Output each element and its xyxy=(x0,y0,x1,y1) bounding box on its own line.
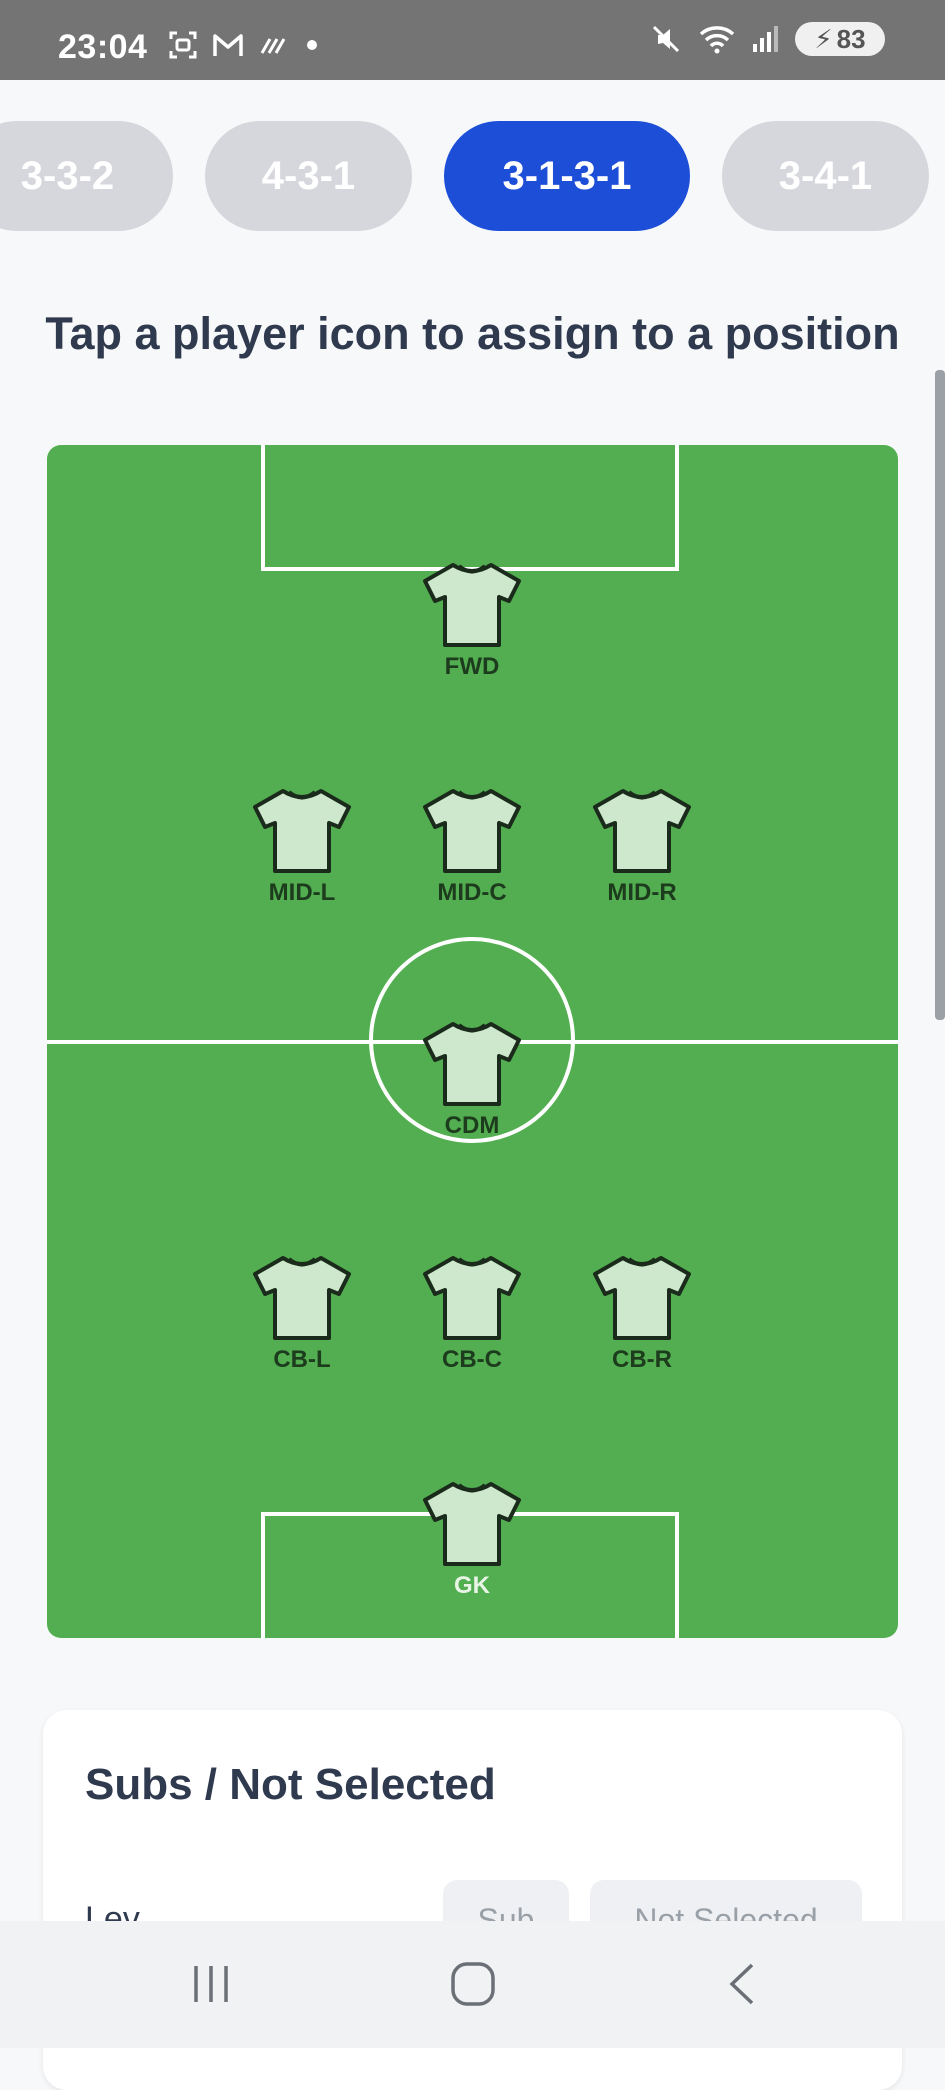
status-bar: 23:04 ⚡ 83 xyxy=(0,0,945,80)
dot-icon xyxy=(307,40,317,50)
jersey-icon xyxy=(253,1256,351,1340)
player-slot-cb-l[interactable]: CB-L xyxy=(232,1254,372,1394)
player-label-mid-r: MID-R xyxy=(607,879,677,906)
jersey-icon xyxy=(423,789,521,873)
screenshot-icon xyxy=(169,31,197,59)
jersey-icon xyxy=(423,563,521,647)
player-slot-fwd[interactable]: FWD xyxy=(402,561,542,701)
recents-icon[interactable] xyxy=(186,1959,236,2009)
player-label-gk: GK xyxy=(454,1572,490,1599)
jersey-icon xyxy=(423,1022,521,1106)
player-label-mid-l: MID-L xyxy=(268,879,336,906)
penalty-box-top xyxy=(261,445,679,571)
scrollbar[interactable] xyxy=(935,370,945,1020)
mute-icon xyxy=(652,25,680,53)
pitch: FWD MID-L MID-C MID-R CDM CB-L CB-C CB-R… xyxy=(47,445,898,1638)
formation-chip-3-4-1[interactable]: 3-4-1 xyxy=(722,121,929,231)
formation-chip-4-3-1[interactable]: 4-3-1 xyxy=(205,121,412,231)
jersey-icon xyxy=(253,789,351,873)
formation-chip-3-3-2[interactable]: 3-3-2 xyxy=(0,121,173,231)
player-label-fwd: FWD xyxy=(444,653,500,680)
home-icon[interactable] xyxy=(448,1959,498,2009)
player-label-cb-c: CB-C xyxy=(442,1346,502,1373)
subs-title: Subs / Not Selected xyxy=(85,1760,496,1809)
status-time: 23:04 xyxy=(58,28,148,66)
player-label-cb-r: CB-R xyxy=(612,1346,672,1373)
jersey-icon xyxy=(423,1256,521,1340)
battery-level: 83 xyxy=(836,23,866,54)
instruction-text: Tap a player icon to assign to a positio… xyxy=(45,308,900,359)
signal-icon xyxy=(753,26,778,52)
back-icon[interactable] xyxy=(720,1959,770,2009)
player-slot-mid-l[interactable]: MID-L xyxy=(232,787,372,927)
wifi-icon xyxy=(699,26,735,54)
status-right-icons: ⚡ 83 xyxy=(649,22,885,56)
player-slot-cb-r[interactable]: CB-R xyxy=(572,1254,712,1394)
player-slot-mid-c[interactable]: MID-C xyxy=(402,787,542,927)
gmail-icon xyxy=(213,34,243,56)
jersey-icon xyxy=(593,789,691,873)
bolt-icon: ⚡ xyxy=(814,23,833,54)
formation-chip-3-1-3-1[interactable]: 3-1-3-1 xyxy=(444,121,690,231)
data-icon xyxy=(260,38,286,54)
player-slot-gk[interactable]: GK xyxy=(402,1480,542,1620)
status-left-icons xyxy=(168,30,322,60)
player-slot-cb-c[interactable]: CB-C xyxy=(402,1254,542,1394)
formation-selector: 3-3-2 4-3-1 3-1-3-1 3-4-1 xyxy=(0,121,945,231)
player-label-cb-l: CB-L xyxy=(273,1346,331,1373)
player-slot-mid-r[interactable]: MID-R xyxy=(572,787,712,927)
jersey-icon xyxy=(423,1482,521,1566)
nav-bar xyxy=(0,1921,945,2048)
jersey-icon xyxy=(593,1256,691,1340)
battery-icon: ⚡ 83 xyxy=(795,22,885,56)
player-slot-cdm[interactable]: CDM xyxy=(402,1020,542,1160)
player-label-cdm: CDM xyxy=(444,1112,500,1139)
player-label-mid-c: MID-C xyxy=(437,879,507,906)
